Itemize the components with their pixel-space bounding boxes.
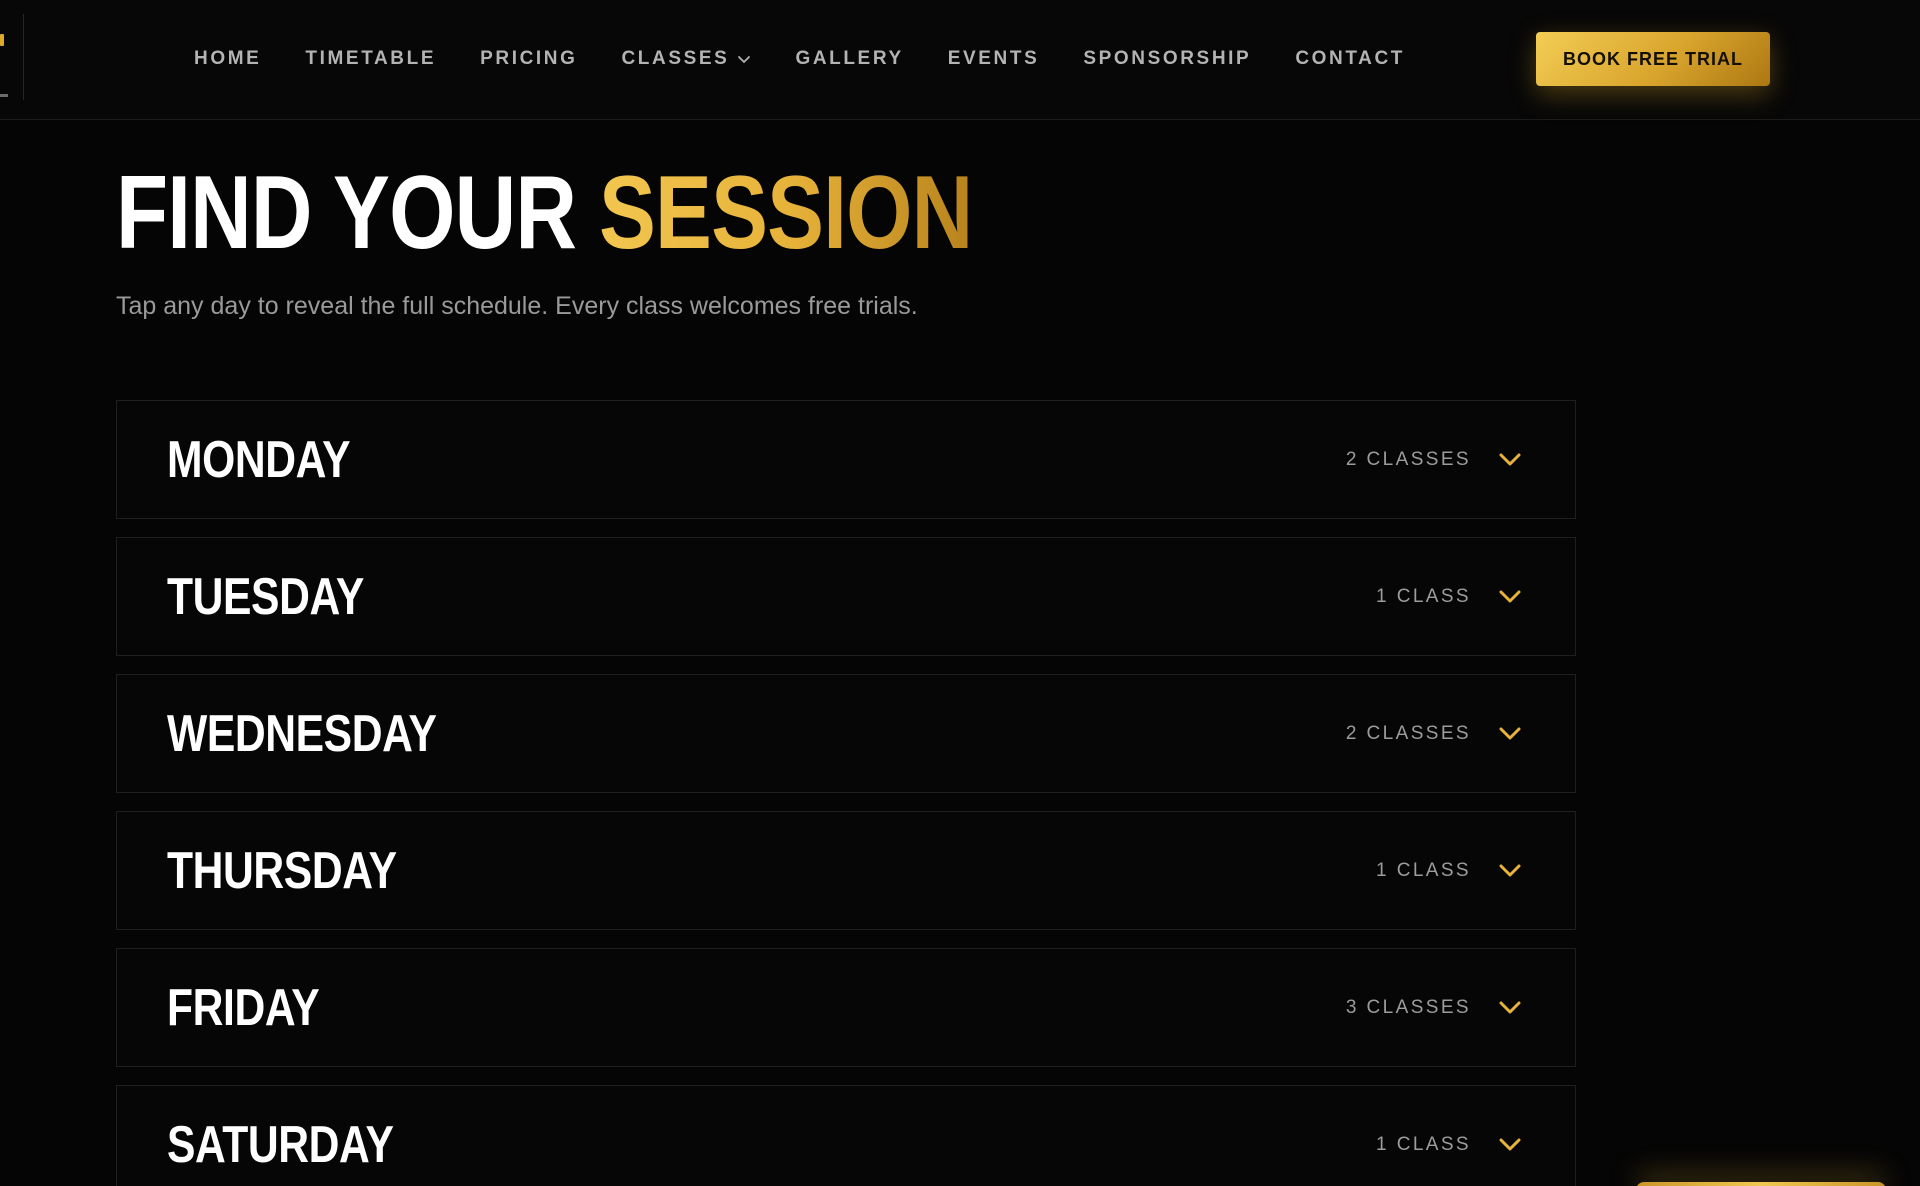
logo-caption-icon [0, 94, 8, 97]
floating-action-button[interactable] [1636, 1182, 1886, 1186]
day-accordion: MONDAY 2 CLASSES TUESDAY 1 CLASS WEDNESD… [116, 400, 1576, 1186]
day-name: FRIDAY [167, 978, 320, 1037]
logo-mark-icon [0, 34, 4, 46]
day-row-wednesday[interactable]: WEDNESDAY 2 CLASSES [116, 674, 1576, 793]
day-meta: 1 CLASS [1376, 1086, 1521, 1186]
book-free-trial-button[interactable]: BOOK FREE TRIAL [1536, 32, 1770, 86]
day-class-count: 2 CLASSES [1345, 448, 1471, 470]
day-class-count: 1 CLASS [1376, 859, 1471, 881]
day-row-friday[interactable]: FRIDAY 3 CLASSES [116, 948, 1576, 1067]
nav-item-classes[interactable]: CLASSES [621, 48, 751, 70]
chevron-down-icon[interactable] [1499, 864, 1521, 878]
nav-item-label: HOME [194, 48, 262, 69]
nav-item-label: TIMETABLE [305, 48, 437, 69]
day-row-monday[interactable]: MONDAY 2 CLASSES [116, 400, 1576, 519]
day-class-count: 3 CLASSES [1345, 996, 1471, 1018]
nav-item-label: CONTACT [1295, 48, 1405, 69]
main-nav: HOME TIMETABLE PRICING CLASSES GALLERY E… [194, 0, 1449, 118]
nav-item-gallery[interactable]: GALLERY [795, 48, 903, 70]
nav-item-contact[interactable]: CONTACT [1295, 48, 1405, 70]
site-header: HOME TIMETABLE PRICING CLASSES GALLERY E… [0, 0, 1920, 120]
day-row-thursday[interactable]: THURSDAY 1 CLASS [116, 811, 1576, 930]
day-row-saturday[interactable]: SATURDAY 1 CLASS [116, 1085, 1576, 1186]
day-name: THURSDAY [167, 841, 397, 900]
page-subtitle: Tap any day to reveal the full schedule.… [116, 292, 918, 320]
chevron-down-icon[interactable] [1499, 453, 1521, 467]
nav-item-label: SPONSORSHIP [1083, 48, 1252, 69]
site-logo[interactable] [0, 14, 24, 100]
day-name: WEDNESDAY [167, 704, 437, 763]
day-name: SATURDAY [167, 1115, 394, 1174]
nav-item-sponsorship[interactable]: SPONSORSHIP [1083, 48, 1251, 70]
day-class-count: 1 CLASS [1376, 1133, 1471, 1155]
day-meta: 2 CLASSES [1346, 675, 1521, 792]
nav-item-label: CLASSES [621, 48, 730, 69]
chevron-down-icon[interactable] [1499, 727, 1521, 741]
nav-item-label: GALLERY [795, 48, 904, 69]
day-meta: 2 CLASSES [1346, 401, 1521, 518]
nav-item-label: EVENTS [947, 48, 1040, 69]
nav-item-events[interactable]: EVENTS [948, 48, 1040, 70]
nav-item-timetable[interactable]: TIMETABLE [305, 48, 436, 70]
day-class-count: 1 CLASS [1376, 585, 1471, 607]
page: HOME TIMETABLE PRICING CLASSES GALLERY E… [0, 0, 1920, 1186]
chevron-down-icon[interactable] [1499, 1138, 1521, 1152]
day-meta: 1 CLASS [1376, 812, 1521, 929]
chevron-down-icon[interactable] [1499, 590, 1521, 604]
day-row-tuesday[interactable]: TUESDAY 1 CLASS [116, 537, 1576, 656]
day-class-count: 2 CLASSES [1345, 722, 1471, 744]
page-title-accent: SESSION [598, 155, 973, 271]
day-name: MONDAY [167, 430, 351, 489]
nav-item-home[interactable]: HOME [194, 48, 261, 70]
day-meta: 3 CLASSES [1346, 949, 1521, 1066]
page-title-plain: FIND YOUR [116, 155, 599, 271]
page-title: FIND YOUR SESSION [116, 155, 973, 271]
day-meta: 1 CLASS [1376, 538, 1521, 655]
nav-item-pricing[interactable]: PRICING [480, 48, 577, 70]
chevron-down-icon[interactable] [1499, 1001, 1521, 1015]
chevron-down-icon [738, 56, 751, 63]
nav-item-label: PRICING [480, 48, 578, 69]
day-name: TUESDAY [167, 567, 364, 626]
